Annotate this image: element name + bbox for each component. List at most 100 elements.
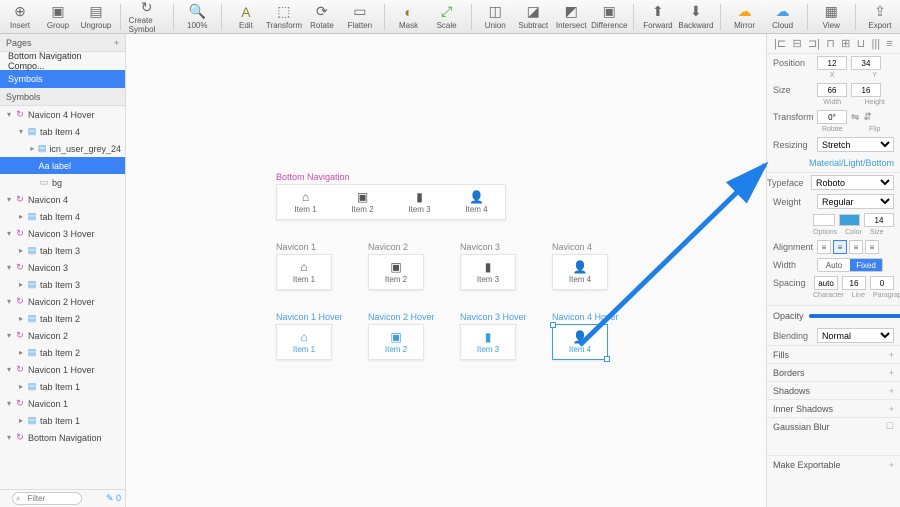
align-top-icon[interactable]: ⊓ bbox=[826, 37, 835, 50]
section-gaussian-blur[interactable]: Gaussian Blur☐ bbox=[767, 417, 900, 435]
artboard[interactable]: 👤Item 4 bbox=[552, 254, 608, 290]
align-middle-icon[interactable]: ⊞ bbox=[841, 37, 850, 50]
page-item[interactable]: Bottom Navigation Compo... bbox=[0, 52, 125, 70]
artboard[interactable]: ⌂Item 1 bbox=[276, 254, 332, 290]
layer-row[interactable]: ▾↻Navicon 4 Hover bbox=[0, 106, 125, 123]
tool-create-symbol[interactable]: ↻Create Symbol bbox=[129, 0, 165, 34]
flip-v-icon[interactable]: ⇵ bbox=[863, 112, 871, 123]
layer-row[interactable]: ▸▤tab Item 1 bbox=[0, 378, 125, 395]
add-icon[interactable]: + bbox=[889, 404, 894, 414]
width-auto[interactable]: Auto bbox=[818, 259, 850, 271]
tool-mirror[interactable]: ☁Mirror bbox=[729, 4, 761, 30]
section-inner-shadows[interactable]: Inner Shadows+ bbox=[767, 399, 900, 417]
disclosure-icon[interactable]: ▾ bbox=[4, 433, 14, 442]
disclosure-icon[interactable]: ▸ bbox=[16, 212, 26, 221]
nav-item[interactable]: ▮Item 3 bbox=[391, 185, 448, 219]
tool-group[interactable]: ▣Group bbox=[42, 4, 74, 30]
nav-item[interactable]: 👤Item 4 bbox=[553, 255, 607, 289]
artboard-title[interactable]: Navicon 1 bbox=[276, 242, 316, 252]
section-borders[interactable]: Borders+ bbox=[767, 363, 900, 381]
layer-row[interactable]: Aalabel bbox=[0, 157, 125, 174]
artboard[interactable]: ▮Item 3 bbox=[460, 254, 516, 290]
align-center-text-icon[interactable]: ≡ bbox=[833, 240, 847, 254]
tool-100-[interactable]: 🔍100% bbox=[181, 4, 213, 30]
artboard-title[interactable]: Navicon 2 bbox=[368, 242, 408, 252]
line-spacing-input[interactable] bbox=[842, 276, 866, 290]
tool-transform[interactable]: ⬚Transform bbox=[268, 4, 300, 30]
disclosure-icon[interactable]: ▾ bbox=[4, 365, 14, 374]
layer-row[interactable]: ▾↻Navicon 1 Hover bbox=[0, 361, 125, 378]
align-left-text-icon[interactable]: ≡ bbox=[817, 240, 831, 254]
align-right-icon[interactable]: ⊐| bbox=[808, 37, 820, 50]
distribute-v-icon[interactable]: ≡ bbox=[886, 38, 892, 50]
nav-item[interactable]: ⌂Item 1 bbox=[277, 325, 331, 359]
tool-cloud[interactable]: ☁Cloud bbox=[767, 4, 799, 30]
tool-intersect[interactable]: ◩Intersect bbox=[555, 4, 587, 30]
disclosure-icon[interactable]: ▾ bbox=[4, 331, 14, 340]
disclosure-icon[interactable]: ▾ bbox=[4, 297, 14, 306]
align-justify-text-icon[interactable]: ≡ bbox=[865, 240, 879, 254]
disclosure-icon[interactable]: ▸ bbox=[16, 246, 26, 255]
layer-row[interactable]: ▸▤tab Item 3 bbox=[0, 276, 125, 293]
flip-h-icon[interactable]: ⇋ bbox=[851, 112, 859, 123]
height-input[interactable] bbox=[851, 83, 881, 97]
disclosure-icon[interactable]: ▾ bbox=[4, 399, 14, 408]
layer-row[interactable]: ▸▤tab Item 4 bbox=[0, 208, 125, 225]
tool-forward[interactable]: ⬆Forward bbox=[642, 4, 674, 30]
layer-row[interactable]: ▾▤tab Item 4 bbox=[0, 123, 125, 140]
tool-export[interactable]: ⇪Export bbox=[864, 4, 896, 30]
position-x-input[interactable] bbox=[817, 56, 847, 70]
add-icon[interactable]: ☐ bbox=[886, 421, 894, 432]
symbol-path[interactable]: Material/Light/Bottom bbox=[767, 154, 900, 173]
layer-row[interactable]: ▾↻Navicon 3 bbox=[0, 259, 125, 276]
section-shadows[interactable]: Shadows+ bbox=[767, 381, 900, 399]
para-spacing-input[interactable] bbox=[870, 276, 894, 290]
layer-row[interactable]: ▸▤tab Item 2 bbox=[0, 310, 125, 327]
disclosure-icon[interactable]: ▾ bbox=[4, 110, 14, 119]
artboard[interactable]: ▮Item 3 bbox=[460, 324, 516, 360]
nav-item[interactable]: ⌂Item 1 bbox=[277, 185, 334, 219]
layer-row[interactable]: ▸▤tab Item 2 bbox=[0, 344, 125, 361]
align-right-text-icon[interactable]: ≡ bbox=[849, 240, 863, 254]
width-toggle[interactable]: Auto Fixed bbox=[817, 258, 883, 272]
selection-handles[interactable] bbox=[552, 324, 608, 360]
rotate-input[interactable] bbox=[817, 110, 847, 124]
layer-row[interactable]: ▾↻Bottom Navigation bbox=[0, 429, 125, 446]
blending-select[interactable]: Normal bbox=[817, 328, 894, 343]
layer-row[interactable]: ▾↻Navicon 2 Hover bbox=[0, 293, 125, 310]
disclosure-icon[interactable]: ▸ bbox=[16, 314, 26, 323]
artboard[interactable]: ▣Item 2 bbox=[368, 324, 424, 360]
layer-row[interactable]: ▾↻Navicon 4 bbox=[0, 191, 125, 208]
tool-flatten[interactable]: ▭Flatten bbox=[344, 4, 376, 30]
artboard-title[interactable]: Navicon 3 Hover bbox=[460, 312, 527, 322]
tool-ungroup[interactable]: ▤Ungroup bbox=[80, 4, 112, 30]
tool-view[interactable]: ▦View bbox=[815, 4, 847, 30]
layer-row[interactable]: ▭bg bbox=[0, 174, 125, 191]
nav-item[interactable]: ▮Item 3 bbox=[461, 325, 515, 359]
disclosure-icon[interactable]: ▸ bbox=[16, 280, 26, 289]
width-input[interactable] bbox=[817, 83, 847, 97]
artboard-title[interactable]: Navicon 4 Hover bbox=[552, 312, 619, 322]
artboard[interactable]: ▣Item 2 bbox=[368, 254, 424, 290]
tool-insert[interactable]: ⊕Insert bbox=[4, 4, 36, 30]
artboard[interactable]: ⌂Item 1▣Item 2▮Item 3👤Item 4 bbox=[276, 184, 506, 220]
resizing-select[interactable]: Stretch bbox=[817, 137, 894, 152]
artboard-title[interactable]: Navicon 1 Hover bbox=[276, 312, 343, 322]
artboard-title[interactable]: Navicon 2 Hover bbox=[368, 312, 435, 322]
page-item[interactable]: Symbols bbox=[0, 70, 125, 88]
layer-row[interactable]: ▸▤tab Item 3 bbox=[0, 242, 125, 259]
nav-item[interactable]: 👤Item 4 bbox=[448, 185, 505, 219]
add-icon[interactable]: + bbox=[889, 368, 894, 378]
tool-scale[interactable]: ⤢Scale bbox=[431, 4, 463, 30]
align-left-icon[interactable]: |⊏ bbox=[774, 37, 786, 50]
disclosure-icon[interactable]: ▸ bbox=[16, 382, 26, 391]
nav-item[interactable]: ▣Item 2 bbox=[369, 255, 423, 289]
tool-union[interactable]: ◫Union bbox=[479, 4, 511, 30]
align-bottom-icon[interactable]: ⊔ bbox=[857, 37, 866, 50]
layer-row[interactable]: ▾↻Navicon 2 bbox=[0, 327, 125, 344]
align-center-h-icon[interactable]: ⊟ bbox=[792, 37, 801, 50]
position-y-input[interactable] bbox=[851, 56, 881, 70]
disclosure-icon[interactable]: ▾ bbox=[4, 195, 14, 204]
layer-row[interactable]: ▾↻Navicon 3 Hover bbox=[0, 225, 125, 242]
layer-row[interactable]: ▸▤tab Item 1 bbox=[0, 412, 125, 429]
